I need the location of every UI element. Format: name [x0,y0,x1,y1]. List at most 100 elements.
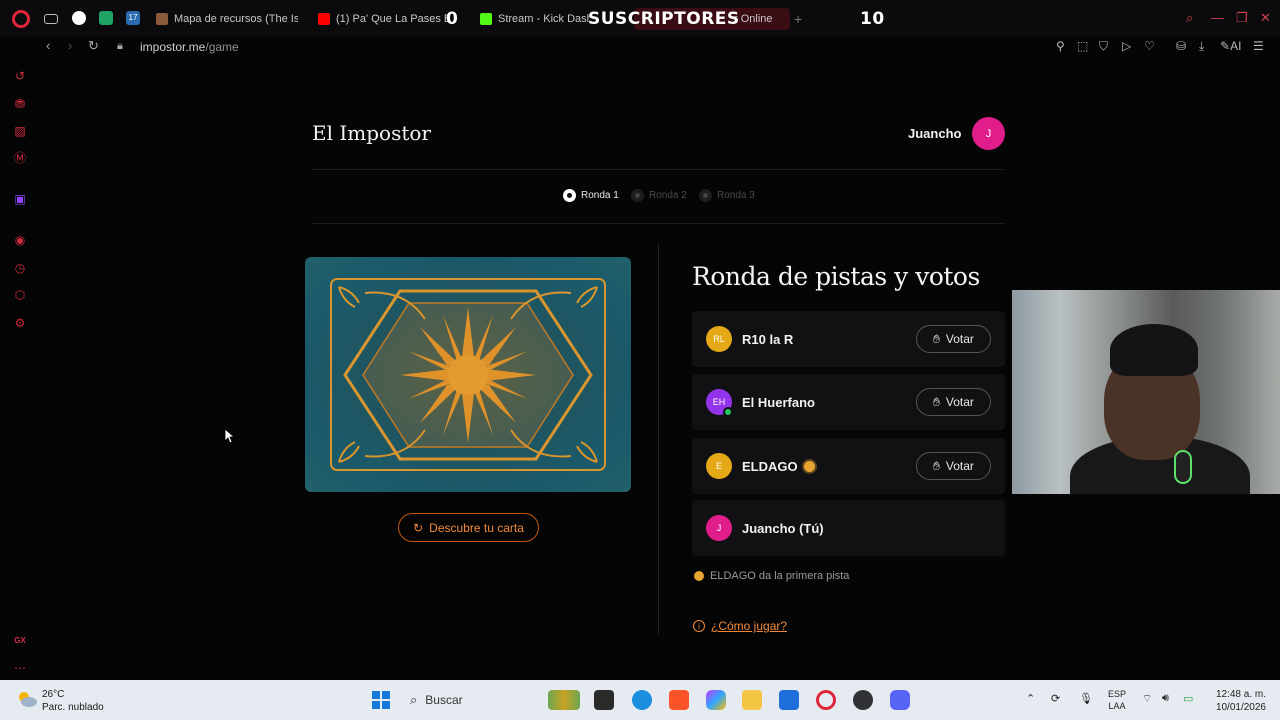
language-indicator[interactable]: ESP LAA [1108,688,1126,712]
history-icon[interactable]: ↺ [13,69,27,83]
sync-icon[interactable]: ⟳ [1051,692,1060,705]
hand-icon: ✋︎ [933,331,940,346]
back-icon[interactable]: ‹ [46,38,50,53]
clock-date: 10/01/2026 [1215,702,1266,713]
twitch-icon[interactable]: ▣ [13,192,27,206]
lock-icon: 🔒︎ [117,40,123,52]
workspaces-icon[interactable] [44,14,58,24]
tab-youtube[interactable]: (1) Pa' Que La Pases Bie [318,8,448,30]
sheets-icon[interactable] [99,11,113,25]
cards-icon[interactable]: ▨ [13,124,27,138]
player-icon[interactable]: ◉ [13,233,27,247]
round-indicator-1: Ronda 1 [563,189,619,202]
minimize-icon[interactable]: — [1211,10,1224,25]
mouse-cursor-icon [225,429,235,443]
stream-overlay-right-count: 10 [860,9,885,29]
volume-icon[interactable]: 🔊︎ [1162,692,1169,705]
vote-button[interactable]: ✋︎ Votar [916,452,991,480]
heart-icon[interactable]: ♡ [1144,39,1155,53]
tab-label: Mapa de recursos (The Isla [174,13,298,25]
battery-icon[interactable]: ▭ [1183,692,1193,705]
restore-icon[interactable]: ❐ [1236,10,1248,26]
card-back-art-icon [330,278,606,471]
menu-icon[interactable]: ☰ [1253,39,1264,53]
vote-label: Votar [945,395,974,409]
discord-icon[interactable] [890,690,910,710]
vote-label: Votar [945,332,974,346]
clock-icon[interactable]: ◷ [13,261,27,275]
hand-icon: ✋︎ [933,394,940,409]
search-icon: ⌕ [410,692,418,707]
player-row: EH El Huerfano ✋︎ Votar [692,374,1005,430]
tab-kick-dashboard[interactable]: Stream - Kick Dashb [480,8,590,30]
pin-icon[interactable]: ⚲ [1056,39,1065,53]
player-name: El Huerfano [742,395,815,410]
wifi-icon[interactable]: ⌔ [1142,692,1152,706]
vote-button[interactable]: ✋︎ Votar [916,325,991,353]
new-tab-button[interactable]: + [794,8,808,30]
calendar-icon[interactable]: 17 [126,11,140,25]
obs-icon[interactable] [72,11,86,25]
rounds-divider [312,223,1005,224]
aria-ai-button[interactable]: ✎AI [1220,39,1241,53]
tab-favicon-icon [156,13,168,25]
play-icon[interactable]: ▷ [1122,39,1131,53]
microphone-tray-icon[interactable]: 🎙︎ [1079,692,1093,705]
reveal-card-button[interactable]: ↻ Descubre tu carta [398,513,539,542]
weather-cloud-sun-icon[interactable] [16,689,38,709]
column-divider [658,244,659,634]
close-icon[interactable]: ✕ [1260,10,1271,26]
player-avatar: E [706,453,732,479]
hidden-card[interactable] [305,257,631,492]
windows-start-icon[interactable] [372,691,390,709]
opera-logo-icon[interactable] [12,10,30,28]
reload-icon[interactable]: ↻ [88,38,99,54]
more-icon[interactable]: ⋯ [13,661,27,675]
forward-icon[interactable]: › [68,38,72,53]
search-highlight-icon[interactable] [548,690,580,710]
tab-label: Stream - Kick Dashb [498,13,590,25]
edge-icon[interactable] [632,690,652,710]
how-to-play-link[interactable]: i ¿Cómo jugar? [693,619,787,633]
clock-time: 12:48 a. m. [1215,689,1266,700]
obs-taskbar-icon[interactable] [853,690,873,710]
site-title[interactable]: El Impostor [312,121,431,145]
messenger-icon[interactable]: Ⓜ [13,151,27,165]
url-field[interactable]: impostor.me/game [140,40,239,54]
tab-mapa-recursos[interactable]: Mapa de recursos (The Isla [156,8,298,30]
temperature: 26°C [42,689,65,700]
crypto-wallet-icon[interactable]: ⛃ [13,97,27,111]
user-avatar[interactable]: J [972,117,1005,150]
task-view-icon[interactable] [594,690,614,710]
opera-gx-taskbar-icon[interactable] [816,690,836,710]
first-clue-note: ELDAGO da la primera pista [694,570,849,582]
info-icon: i [693,620,705,632]
keyboard-layout: LAA [1108,701,1126,711]
search-tabs-icon[interactable]: ⌕ [1186,10,1193,26]
download-icon[interactable]: ⤓ [1199,39,1204,54]
player-avatar: RL [706,326,732,352]
tray-expand-icon[interactable]: ⌃ [1026,692,1035,705]
settings-gear-icon[interactable]: ⚙ [13,316,27,330]
kick-icon [480,13,492,25]
weather-condition: Parc. nublado [42,702,104,713]
round-label: Ronda 1 [581,190,619,201]
sun-icon [694,571,704,581]
outlook-icon[interactable] [779,690,799,710]
round-label: Ronda 2 [649,190,687,201]
wallet-icon[interactable]: ⛁ [1176,39,1186,53]
taskbar-clock[interactable]: 12:48 a. m. 10/01/2026 [1210,688,1266,714]
gx-icon[interactable]: GX [13,634,27,648]
brave-icon[interactable] [669,690,689,710]
weather-widget[interactable]: 26°C Parc. nublado [42,688,104,714]
vote-button[interactable]: ✋︎ Votar [916,388,991,416]
stream-overlay-left-count: 0 [446,9,459,29]
shield-icon[interactable]: ⛉ [1099,39,1108,54]
extensions-icon[interactable]: ⬡ [13,288,27,302]
tab-label: r Online [734,13,773,25]
snapshot-icon[interactable]: ⬚ [1077,39,1088,53]
round-dot-icon [631,189,644,202]
file-explorer-icon[interactable] [742,690,762,710]
online-check-icon [723,407,733,417]
copilot-icon[interactable] [706,690,726,710]
